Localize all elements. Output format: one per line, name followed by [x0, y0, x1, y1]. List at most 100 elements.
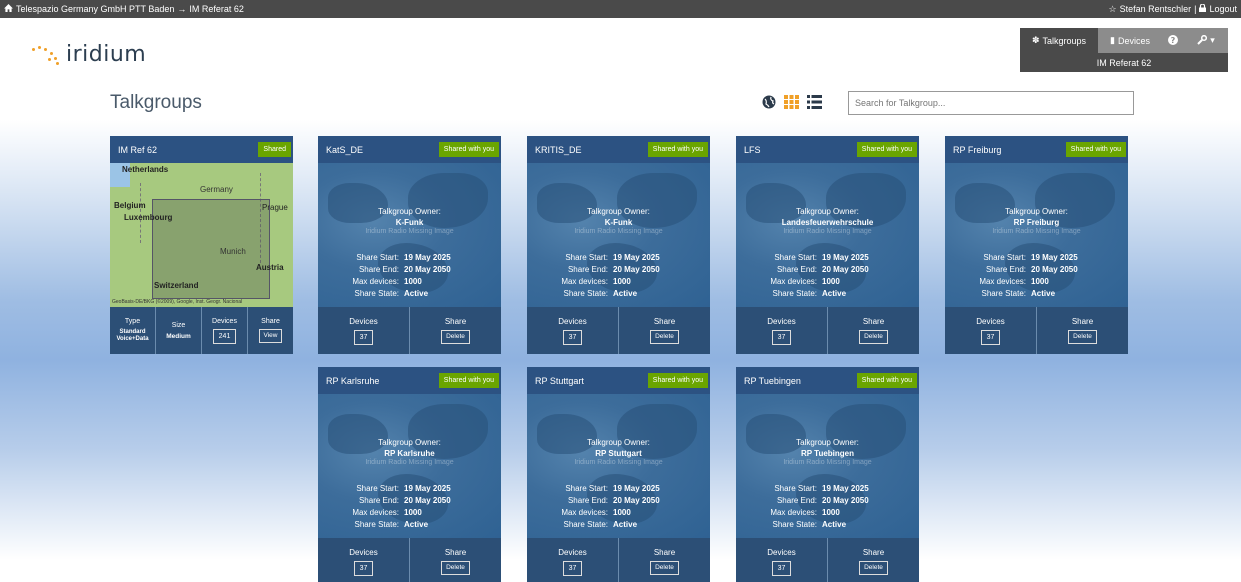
view-switcher: [762, 95, 822, 114]
card-header: RP Stuttgart Shared with you: [527, 367, 710, 394]
caret-down-icon: ▾: [1210, 35, 1215, 45]
info-row: Share Start: 19 May 2025: [527, 251, 710, 263]
share-column: Share Delete: [618, 307, 710, 354]
home-icon[interactable]: [4, 4, 13, 14]
map-label: Netherlands: [122, 165, 169, 174]
max-devices-value: 1000: [613, 507, 631, 517]
devices-count-button[interactable]: 37: [562, 560, 583, 576]
owner-name: RP Tuebingen: [800, 449, 855, 458]
search-input[interactable]: [848, 91, 1134, 115]
share-state-value: Active: [404, 288, 429, 298]
lock-icon: [1199, 3, 1207, 14]
help-button[interactable]: ?: [1162, 28, 1184, 53]
delete-button[interactable]: Delete: [859, 329, 888, 345]
card-title: KatS_DE: [326, 144, 364, 155]
talkgroup-card[interactable]: RP Freiburg Shared with you Talkgroup Owne…: [945, 136, 1128, 354]
delete-button[interactable]: Delete: [441, 329, 470, 345]
share-label: Share: [444, 316, 467, 326]
share-end-label: Share End:: [358, 264, 399, 274]
info-row: Share Start: 19 May 2025: [736, 251, 919, 263]
user-name[interactable]: Stefan Rentschler: [1120, 4, 1192, 14]
talkgroup-card[interactable]: KRITIS_DE Shared with you Talkgroup Owner:…: [527, 136, 710, 354]
tab-talkgroups[interactable]: ✽ Talkgroups: [1020, 28, 1098, 53]
delete-button[interactable]: Delete: [1068, 329, 1097, 345]
talkgroup-card[interactable]: RP Karlsruhe Shared with you Talkgroup Own…: [318, 367, 501, 582]
current-group-label: IM Referat 62: [1020, 53, 1228, 72]
devices-count-button[interactable]: 37: [353, 329, 374, 345]
list-view-icon[interactable]: [807, 95, 822, 114]
breadcrumb-org[interactable]: Telespazio Germany GmbH PTT Baden: [16, 4, 174, 14]
card-footer: Type Standard Voice+Data Size Medium Dev…: [110, 307, 293, 354]
grid-view-icon[interactable]: [784, 95, 799, 114]
share-start-label: Share Start:: [774, 483, 817, 493]
type-value-line1: Standard: [119, 329, 146, 336]
device-icon: ▮: [1110, 35, 1115, 45]
owner-name: RP Stuttgart: [595, 449, 642, 458]
missing-image-text: Iridium Radio Missing Image: [365, 228, 454, 235]
devices-count-button[interactable]: 37: [980, 329, 1001, 345]
owner-label: Talkgroup Owner:: [378, 438, 441, 447]
map-label: Switzerland: [154, 281, 199, 290]
share-end-value: 20 May 2050: [613, 264, 660, 274]
card-footer: Devices 37 Share Delete: [736, 307, 919, 354]
globe-view-icon[interactable]: [762, 95, 776, 114]
tab-devices[interactable]: ▮ Devices: [1098, 28, 1162, 53]
share-column: Share View: [247, 307, 293, 354]
missing-image-text: Iridium Radio Missing Image: [574, 228, 663, 235]
talkgroup-card[interactable]: KatS_DE Shared with you Talkgroup Owner: K-…: [318, 136, 501, 354]
coverage-map[interactable]: Netherlands Germany Belgium Luxembourg P…: [110, 163, 293, 307]
talkgroup-card[interactable]: RP Tuebingen Shared with you Talkgroup Own…: [736, 367, 919, 582]
share-state-value: Active: [822, 288, 847, 298]
info-row: Share Start: 19 May 2025: [945, 251, 1128, 263]
share-start-label: Share Start:: [565, 483, 608, 493]
devices-column: Devices 37: [318, 307, 409, 354]
map-label: Munich: [220, 247, 246, 256]
share-label: Share: [862, 547, 885, 557]
iridium-logo[interactable]: iridium: [32, 42, 146, 67]
talkgroup-card[interactable]: LFS Shared with you Talkgroup Owner: Landes…: [736, 136, 919, 354]
card-body: Talkgroup Owner: RP Freiburg Iridium Radio…: [945, 163, 1128, 307]
missing-image-text: Iridium Radio Missing Image: [365, 459, 454, 466]
logout-link[interactable]: Logout: [1209, 4, 1237, 14]
share-label: Share: [261, 317, 280, 325]
talkgroup-card[interactable]: RP Stuttgart Shared with you Talkgroup Own…: [527, 367, 710, 582]
devices-count-button[interactable]: 241: [212, 328, 237, 344]
delete-button[interactable]: Delete: [859, 560, 888, 576]
share-state-label: Share State:: [354, 519, 399, 529]
map-label: Belgium: [114, 201, 146, 210]
size-column: Size Medium: [155, 307, 201, 354]
card-footer: Devices 37 Share Delete: [318, 307, 501, 354]
share-state-value: Active: [613, 519, 638, 529]
talkgroup-card-own[interactable]: IM Ref 62 Shared Netherlands Germany Bel…: [110, 136, 293, 354]
info-row: Share Start: 19 May 2025: [527, 482, 710, 494]
delete-button[interactable]: Delete: [441, 560, 470, 576]
share-column: Share Delete: [827, 307, 919, 354]
share-state-value: Active: [613, 288, 638, 298]
share-start-label: Share Start:: [356, 252, 399, 262]
share-state-label: Share State:: [563, 519, 608, 529]
view-button[interactable]: View: [258, 328, 283, 344]
info-row: Share Start: 19 May 2025: [318, 482, 501, 494]
share-start-label: Share Start:: [774, 252, 817, 262]
devices-label: Devices: [767, 547, 796, 557]
devices-count-button[interactable]: 37: [353, 560, 374, 576]
card-body: Talkgroup Owner: Landesfeuerwehrschule Iri…: [736, 163, 919, 307]
share-state-label: Share State:: [772, 519, 817, 529]
tools-menu-button[interactable]: ▾: [1184, 28, 1228, 53]
delete-button[interactable]: Delete: [650, 560, 679, 576]
devices-count-button[interactable]: 37: [562, 329, 583, 345]
card-header: IM Ref 62 Shared: [110, 136, 293, 163]
shared-with-you-badge: Shared with you: [856, 142, 917, 157]
share-state-label: Share State:: [354, 288, 399, 298]
devices-count-button[interactable]: 37: [771, 329, 792, 345]
share-start-value: 19 May 2025: [1031, 252, 1078, 262]
card-body: Talkgroup Owner: RP Stuttgart Iridium Radi…: [527, 394, 710, 538]
share-end-value: 20 May 2050: [613, 495, 660, 505]
devices-count-button[interactable]: 37: [771, 560, 792, 576]
delete-button[interactable]: Delete: [650, 329, 679, 345]
share-column: Share Delete: [1036, 307, 1128, 354]
share-end-value: 20 May 2050: [404, 264, 451, 274]
owner-label: Talkgroup Owner:: [796, 438, 859, 447]
card-header: RP Tuebingen Shared with you: [736, 367, 919, 394]
share-end-label: Share End:: [776, 495, 817, 505]
